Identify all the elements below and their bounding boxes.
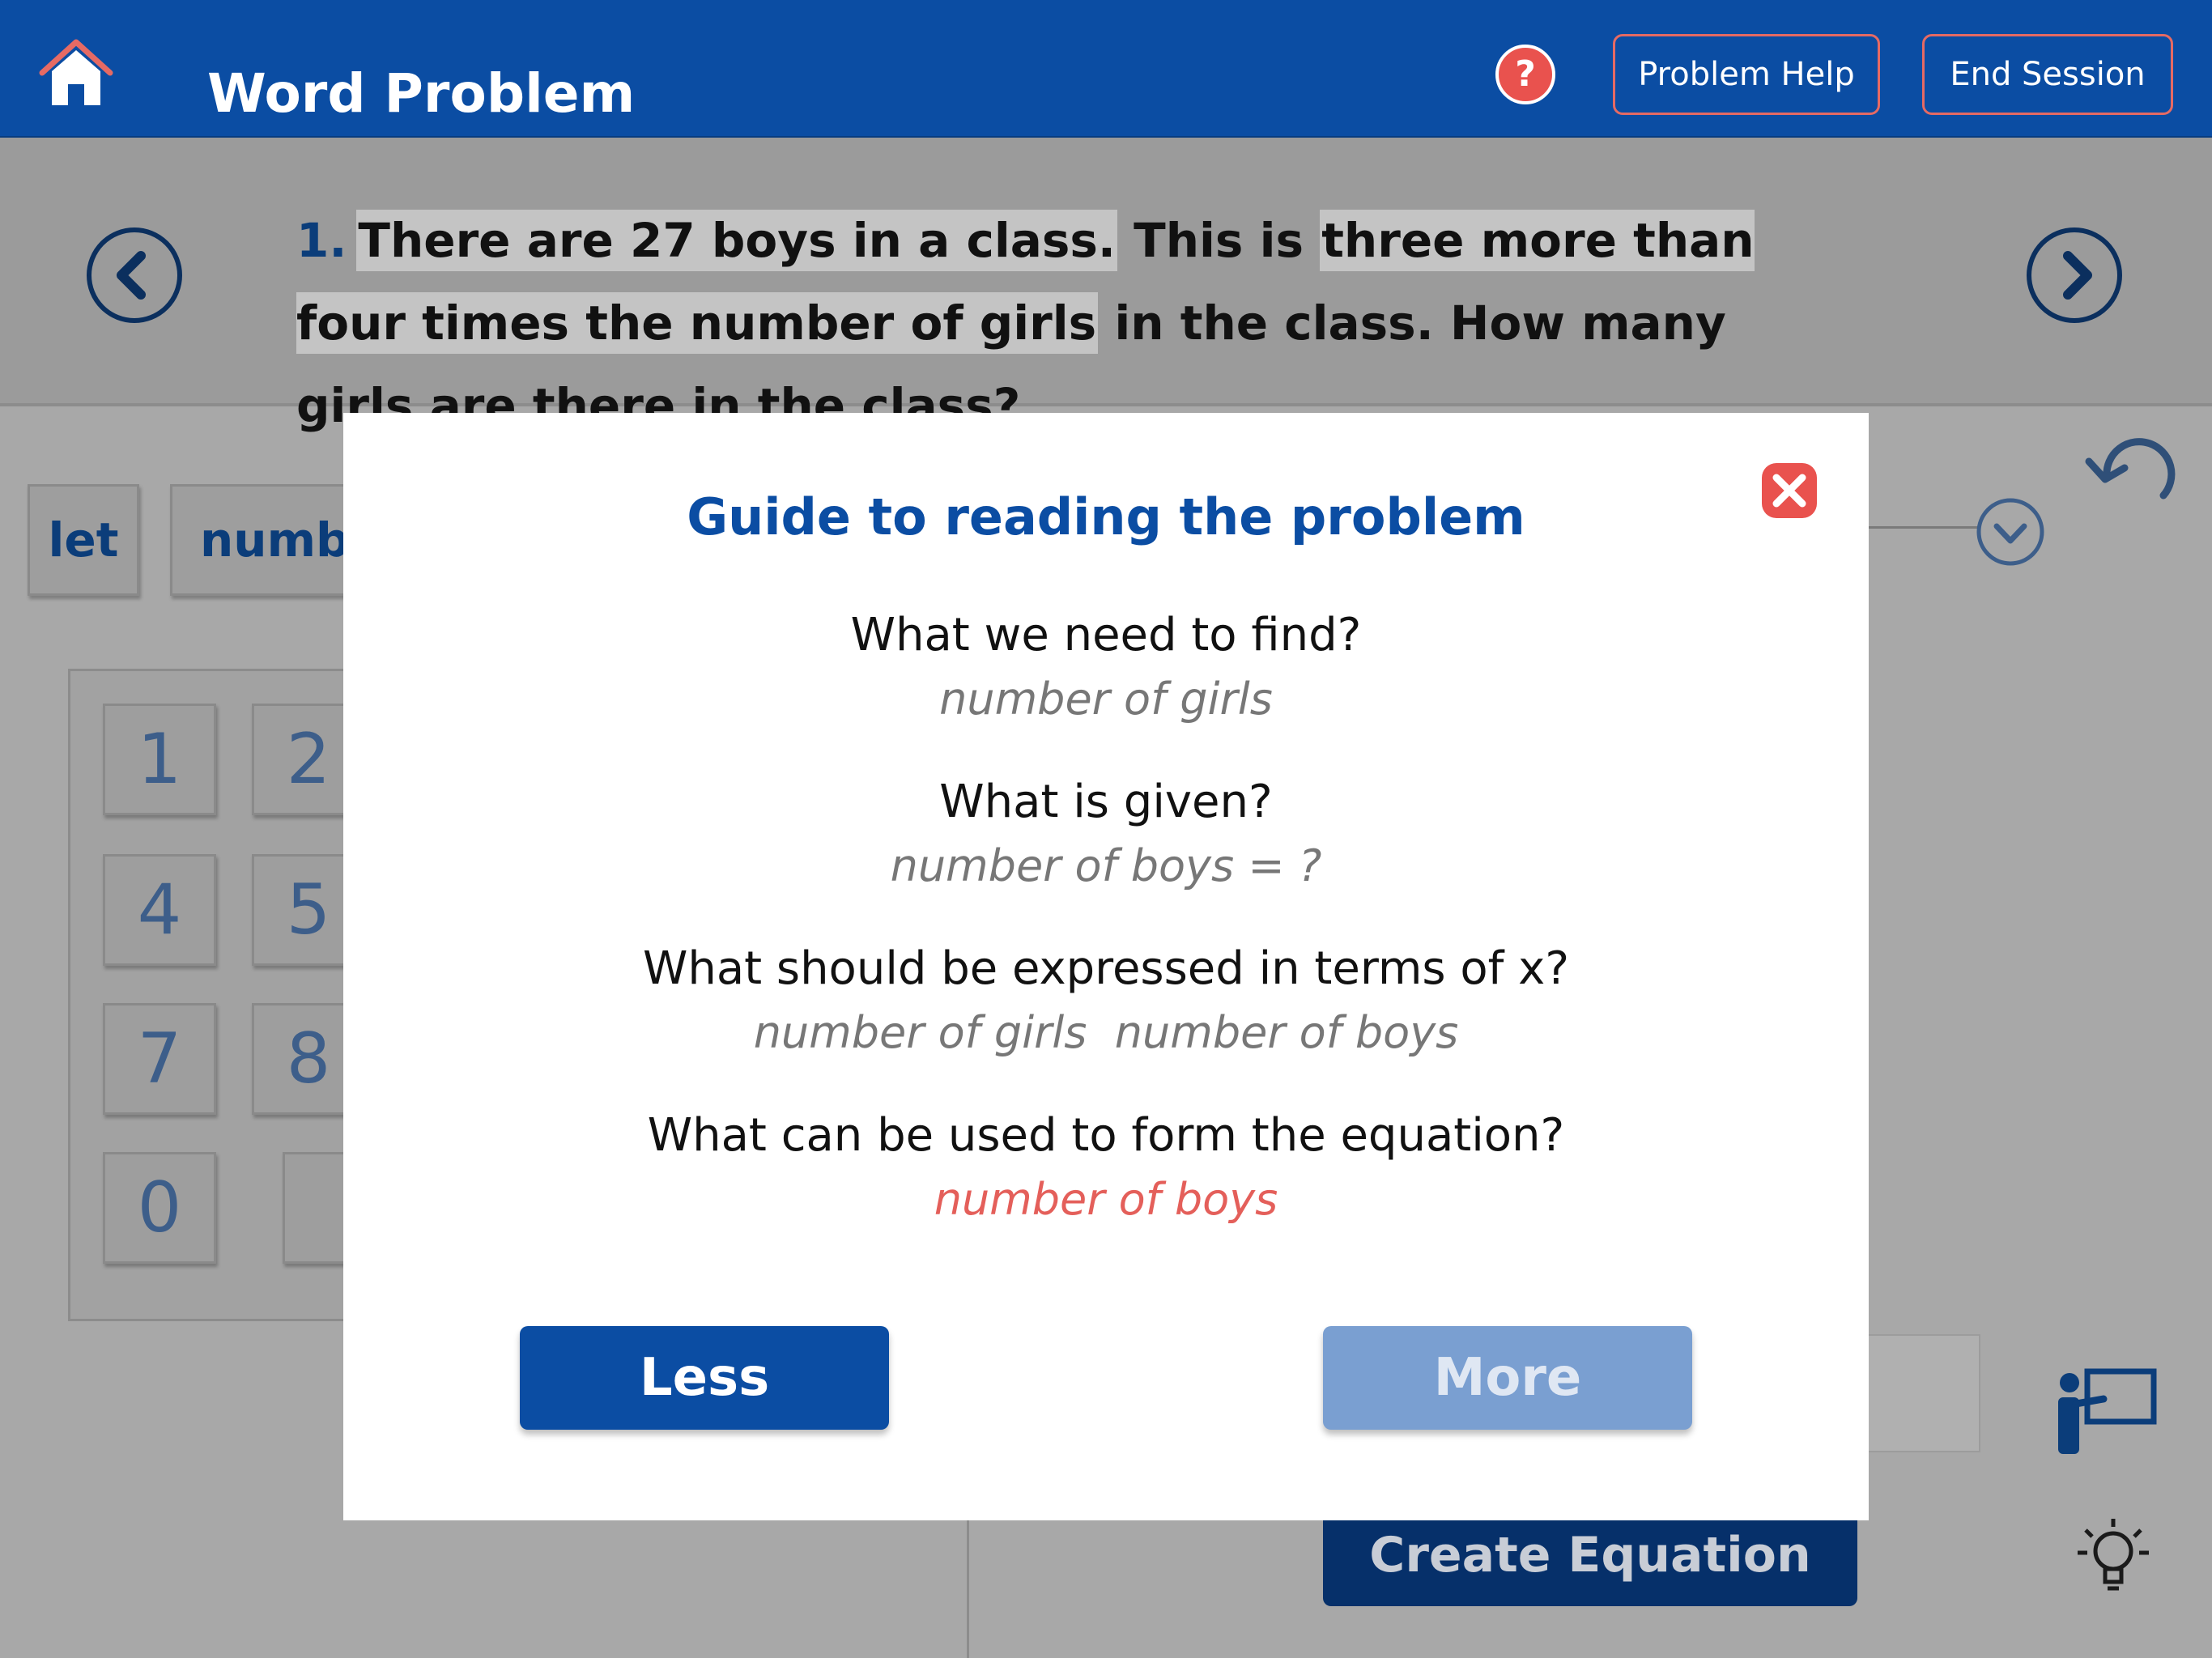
undo-icon	[2085, 438, 2176, 500]
equation-input-area[interactable]	[1862, 1334, 1980, 1452]
expand-button[interactable]	[1976, 497, 2045, 567]
more-button[interactable]: More	[1323, 1326, 1692, 1430]
guide-question: What can be used to form the equation?	[647, 1109, 1565, 1162]
problem-statement-bar: 1. There are 27 boys in a class. This is …	[0, 138, 2212, 433]
equation-line	[1862, 526, 1980, 529]
previous-problem-button[interactable]	[86, 227, 183, 324]
guide-answer-highlighted: number of boys	[934, 1174, 1278, 1225]
guide-answer: number of boys = ?	[890, 840, 1322, 891]
home-icon	[39, 39, 113, 105]
chevron-down-icon	[1976, 498, 2044, 566]
problem-text: 1. There are 27 boys in a class. This is …	[296, 199, 1835, 447]
guide-modal: Guide to reading the problem What we nee…	[343, 413, 1869, 1520]
guide-question: What should be expressed in terms of x?	[642, 942, 1570, 995]
hint-button[interactable]	[2073, 1512, 2154, 1601]
key-1[interactable]: 1	[103, 704, 216, 815]
chevron-right-icon	[2027, 227, 2122, 323]
problem-number: 1.	[296, 213, 347, 268]
divider	[967, 1514, 969, 1658]
chevron-left-icon	[87, 227, 182, 323]
key-7[interactable]: 7	[103, 1003, 216, 1115]
undo-button[interactable]	[2082, 429, 2180, 510]
help-button[interactable]: ?	[1495, 44, 1556, 105]
next-problem-button[interactable]	[2026, 227, 2123, 324]
teacher-help-button[interactable]	[2053, 1367, 2159, 1456]
help-icon: ?	[1495, 45, 1555, 104]
home-button[interactable]	[37, 36, 115, 113]
guide-answer: number of girls number of boys	[753, 1007, 1459, 1058]
teacher-board-icon	[2058, 1368, 2157, 1454]
highlighted-phrase: There are 27 boys in a class.	[356, 210, 1117, 271]
modal-title: Guide to reading the problem	[687, 487, 1525, 546]
guide-question: What we need to find?	[850, 609, 1362, 661]
key-4[interactable]: 4	[103, 854, 216, 966]
guide-question: What is given?	[939, 776, 1273, 828]
problem-help-button[interactable]: Problem Help	[1613, 34, 1880, 115]
problem-text-segment: This is	[1117, 213, 1321, 268]
lightbulb-icon	[2078, 1519, 2149, 1591]
svg-text:?: ?	[1515, 53, 1536, 95]
page-title: Word Problem	[207, 62, 636, 125]
end-session-button[interactable]: End Session	[1922, 34, 2173, 115]
guide-answer: number of girls	[939, 674, 1273, 725]
less-button[interactable]: Less	[520, 1326, 889, 1430]
key-0[interactable]: 0	[103, 1152, 216, 1264]
top-bar: Word Problem ? Problem Help End Session	[0, 0, 2212, 138]
token-let-button[interactable]: let	[28, 484, 139, 596]
